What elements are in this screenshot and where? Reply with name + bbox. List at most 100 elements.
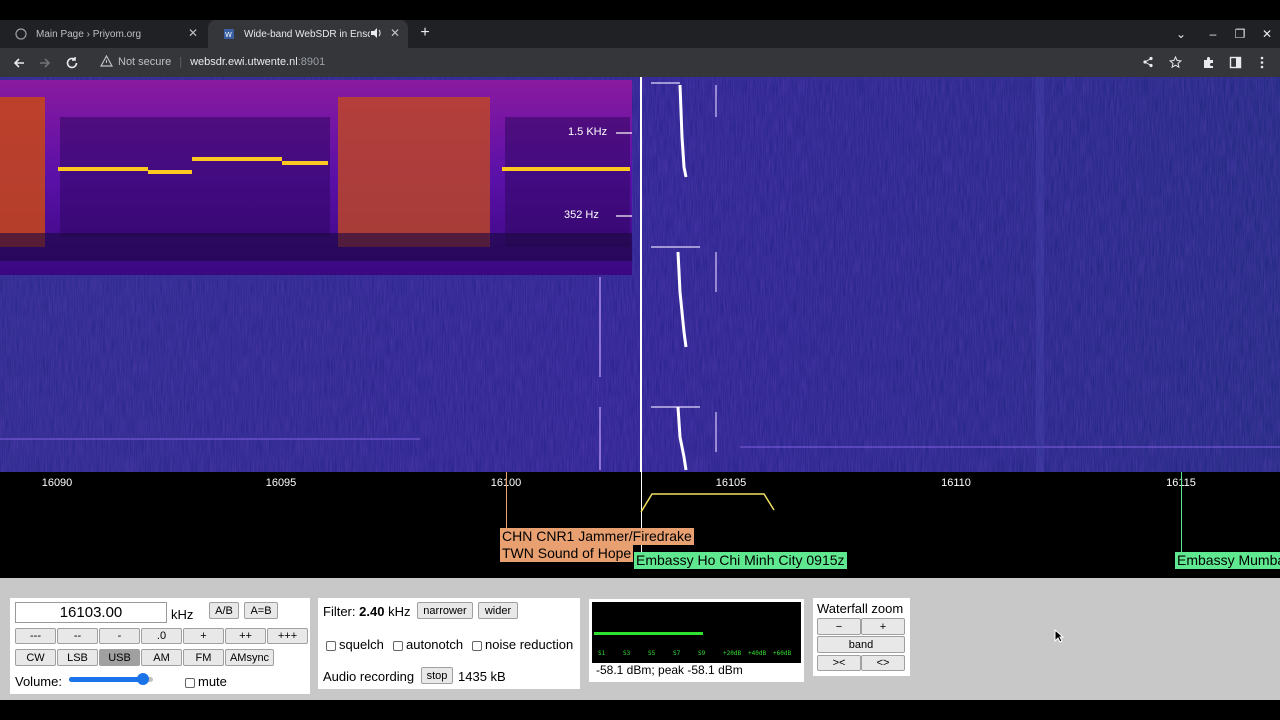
screen-top-border bbox=[0, 0, 1280, 20]
station-marker-line bbox=[1181, 472, 1182, 552]
tab-title: Main Page › Priyom.org bbox=[36, 28, 142, 40]
close-window-icon[interactable]: ✕ bbox=[1258, 24, 1276, 44]
menu-kebab-icon[interactable] bbox=[1254, 54, 1270, 70]
mode-fm-button[interactable]: FM bbox=[183, 649, 224, 666]
back-icon[interactable] bbox=[8, 52, 30, 74]
scale-tick-label: 16095 bbox=[265, 477, 297, 489]
side-panel-icon[interactable] bbox=[1227, 54, 1243, 70]
share-icon[interactable] bbox=[1140, 54, 1156, 70]
close-tab-icon[interactable]: ✕ bbox=[188, 26, 198, 40]
smeter-scale-label: +20dB bbox=[723, 650, 742, 657]
recording-size: 1435 kB bbox=[458, 669, 506, 684]
noise-reduction-checkbox[interactable] bbox=[472, 640, 482, 651]
smeter-scale-label: +60dB bbox=[773, 650, 792, 657]
zoom-widen-button[interactable]: <> bbox=[861, 655, 905, 671]
autonotch-label: autonotch bbox=[406, 637, 464, 652]
station-marker-line bbox=[506, 472, 507, 528]
volume-slider[interactable] bbox=[69, 673, 153, 685]
autonotch-checkbox[interactable] bbox=[393, 640, 403, 651]
recording-label: Audio recording bbox=[323, 669, 415, 684]
mode-lsb-button[interactable]: LSB bbox=[57, 649, 98, 666]
scale-tick-label: 16105 bbox=[715, 477, 747, 489]
filter-value: 2.40 bbox=[359, 604, 385, 619]
noise-reduction-label: noise reduction bbox=[485, 637, 574, 652]
frequency-input[interactable] bbox=[15, 602, 167, 623]
zoom-out-button[interactable]: − bbox=[817, 618, 861, 635]
step-up-large-button[interactable]: +++ bbox=[267, 628, 308, 644]
mode-am-button[interactable]: AM bbox=[141, 649, 182, 666]
filter-unit: kHz bbox=[388, 604, 411, 619]
mode-usb-button[interactable]: USB bbox=[99, 649, 140, 666]
squelch-control[interactable]: squelch bbox=[326, 637, 384, 652]
narrower-button[interactable]: narrower bbox=[417, 602, 473, 619]
smeter-scale-label: S1 bbox=[598, 650, 606, 657]
a-equals-b-button[interactable]: A=B bbox=[244, 602, 278, 619]
mode-cw-button[interactable]: CW bbox=[15, 649, 56, 666]
tuning-panel: kHz A/B A=B --- -- - .0 + ++ +++ CW LSB … bbox=[10, 598, 310, 694]
squelch-checkbox[interactable] bbox=[326, 640, 336, 651]
smeter-readout: -58.1 dBm; peak -58.1 dBm bbox=[596, 663, 743, 677]
round-frequency-button[interactable]: .0 bbox=[141, 628, 182, 644]
passband-indicator bbox=[640, 493, 775, 513]
wider-button[interactable]: wider bbox=[478, 602, 518, 619]
step-down-medium-button[interactable]: -- bbox=[57, 628, 98, 644]
station-label-cnr1[interactable]: CHN CNR1 Jammer/Firedrake bbox=[500, 528, 694, 545]
zoom-narrow-button[interactable]: >< bbox=[817, 655, 861, 671]
new-tab-button[interactable]: + bbox=[416, 24, 434, 44]
speaker-icon[interactable] bbox=[370, 27, 382, 42]
tab-title: Wide-band WebSDR in Enschede bbox=[244, 28, 370, 40]
smeter-scale-label: S9 bbox=[698, 650, 706, 657]
close-tab-icon[interactable]: ✕ bbox=[390, 26, 400, 40]
smeter-panel: S1 S3 S5 S7 S9 +20dB +40dB +60dB -58.1 dBm; pea… bbox=[589, 599, 804, 682]
station-label-embassy-hcmc[interactable]: Embassy Ho Chi Minh City 0915z bbox=[634, 552, 847, 569]
screen-bottom-border bbox=[0, 700, 1280, 720]
receiver-controls: kHz A/B A=B --- -- - .0 + ++ +++ CW LSB … bbox=[0, 578, 1280, 700]
mute-control[interactable]: mute bbox=[185, 674, 227, 689]
station-label-sound-of-hope[interactable]: TWN Sound of Hope bbox=[500, 545, 634, 562]
address-separator: | bbox=[179, 56, 183, 68]
tab-websdr[interactable]: W Wide-band WebSDR in Enschede ✕ bbox=[208, 20, 408, 48]
frequency-unit: kHz bbox=[171, 607, 194, 622]
volume-slider-thumb[interactable] bbox=[136, 673, 149, 685]
filter-label: Filter: bbox=[323, 604, 356, 619]
forward-icon[interactable] bbox=[34, 52, 56, 74]
scale-tick-label: 16110 bbox=[941, 477, 971, 489]
stop-recording-button[interactable]: stop bbox=[421, 667, 453, 684]
zoom-band-button[interactable]: band bbox=[817, 636, 905, 653]
url-host: websdr.ewi.utwente.nl bbox=[190, 56, 298, 68]
step-down-large-button[interactable]: --- bbox=[15, 628, 56, 644]
zoom-panel: Waterfall zoom − + band >< <> bbox=[813, 598, 910, 676]
ab-button[interactable]: A/B bbox=[209, 602, 239, 619]
svg-text:W: W bbox=[225, 31, 232, 39]
mute-checkbox[interactable] bbox=[185, 677, 195, 688]
filter-panel: Filter: 2.40 kHz narrower wider squelch … bbox=[318, 598, 580, 689]
volume-slider-fill bbox=[69, 677, 143, 682]
frequency-scale[interactable]: 16090 16095 16100 16105 16110 16115 CHN … bbox=[0, 472, 1280, 578]
station-label-embassy-mumbai[interactable]: Embassy Mumbai bbox=[1175, 552, 1280, 569]
warning-icon[interactable] bbox=[99, 54, 114, 70]
noise-reduction-control[interactable]: noise reduction bbox=[472, 637, 573, 652]
zoom-marker-label-upper: 1.5 KHz bbox=[568, 126, 608, 138]
address-bar[interactable]: Not secure | websdr.ewi.utwente.nl :8901 bbox=[92, 51, 1192, 73]
minimize-icon[interactable]: – bbox=[1204, 24, 1222, 44]
bookmark-star-icon[interactable] bbox=[1167, 54, 1183, 70]
step-down-small-button[interactable]: - bbox=[99, 628, 140, 644]
mode-amsync-button[interactable]: AMsync bbox=[225, 649, 274, 666]
volume-label: Volume: bbox=[15, 674, 62, 689]
tab-priyom[interactable]: Main Page › Priyom.org ✕ bbox=[0, 20, 206, 48]
autonotch-control[interactable]: autonotch bbox=[393, 637, 463, 652]
browser-toolbar: Not secure | websdr.ewi.utwente.nl :8901 bbox=[0, 48, 1280, 77]
filter-readout: Filter: 2.40 kHz bbox=[323, 604, 410, 619]
restore-icon[interactable]: ❐ bbox=[1231, 24, 1249, 44]
waterfall-display[interactable]: 1.5 KHz 352 Hz bbox=[0, 77, 1280, 472]
extensions-icon[interactable] bbox=[1200, 54, 1216, 70]
tab-search-icon[interactable]: ⌄ bbox=[1172, 24, 1190, 44]
smeter-scale-label: S3 bbox=[623, 650, 631, 657]
zoom-in-button[interactable]: + bbox=[861, 618, 905, 635]
smeter-display: S1 S3 S5 S7 S9 +20dB +40dB +60dB bbox=[592, 602, 801, 663]
smeter-scale-label: +40dB bbox=[748, 650, 767, 657]
step-up-small-button[interactable]: + bbox=[183, 628, 224, 644]
step-up-medium-button[interactable]: ++ bbox=[225, 628, 266, 644]
reload-icon[interactable] bbox=[61, 52, 83, 74]
scale-tick-label: 16090 bbox=[41, 477, 73, 489]
